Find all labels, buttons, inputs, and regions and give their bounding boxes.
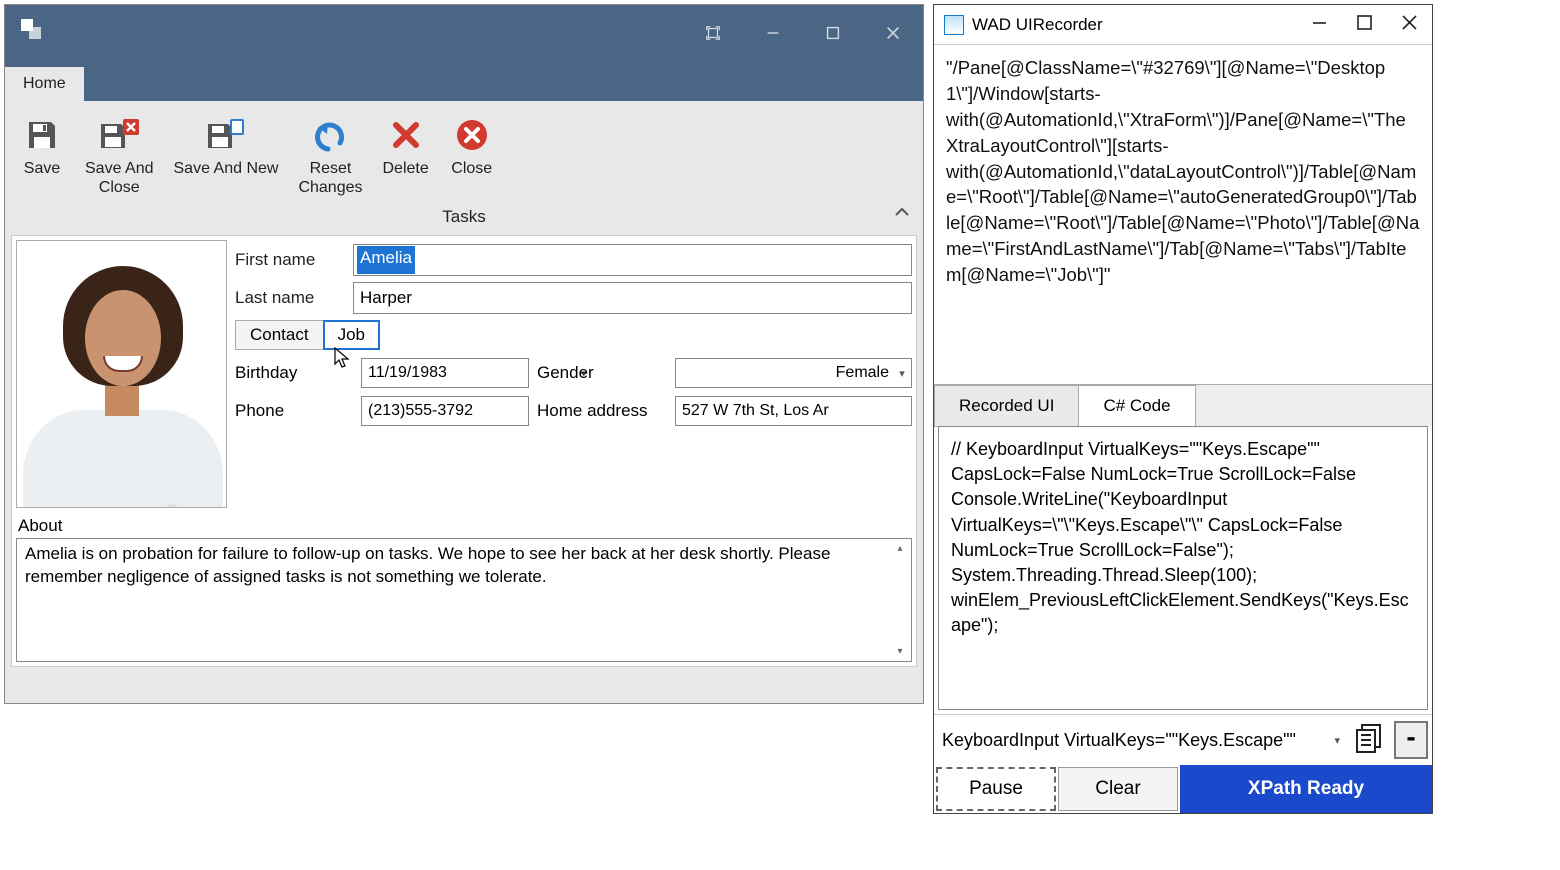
status-bar: KeyboardInput VirtualKeys=""Keys.Escape"… xyxy=(934,714,1432,765)
ribbon-toolbar: Save Save And Close Save And New Reset C… xyxy=(5,101,923,203)
last-name-input[interactable] xyxy=(353,282,912,314)
tab-csharp-code[interactable]: C# Code xyxy=(1078,385,1195,427)
cursor-icon xyxy=(333,346,351,370)
scroll-down-icon[interactable]: ▾ xyxy=(897,646,902,657)
about-label: About xyxy=(16,516,912,538)
phone-input[interactable] xyxy=(361,396,529,426)
delete-x-icon xyxy=(388,113,424,157)
main-app-window: Home Save Save And Close Save And New Re… xyxy=(4,4,924,704)
status-text: KeyboardInput VirtualKeys=""Keys.Escape"… xyxy=(938,724,1326,757)
close-record-button[interactable]: Close xyxy=(443,111,501,180)
maximize-button[interactable] xyxy=(803,5,863,61)
save-and-close-button[interactable]: Save And Close xyxy=(79,111,160,199)
recorder-maximize-button[interactable] xyxy=(1356,14,1373,35)
recorder-app-icon xyxy=(944,15,964,35)
gender-label: Gender xyxy=(537,363,667,383)
xpath-output-pane[interactable]: "/Pane[@ClassName=\"#32769\"][@Name=\"De… xyxy=(934,45,1432,385)
phone-label: Phone xyxy=(235,401,353,421)
delete-button[interactable]: Delete xyxy=(377,111,435,180)
ribbon-tab-home[interactable]: Home xyxy=(5,67,84,101)
save-label: Save xyxy=(24,159,60,178)
tab-contact[interactable]: Contact xyxy=(235,320,324,350)
dropdown-chevron-icon[interactable]: ▾ xyxy=(893,367,911,380)
about-textarea[interactable]: Amelia is on probation for failure to fo… xyxy=(16,538,912,662)
status-dropdown-chevron-icon[interactable]: ▾ xyxy=(1330,734,1344,747)
remove-action-button[interactable]: - xyxy=(1394,721,1428,759)
recorder-close-button[interactable] xyxy=(1401,14,1418,35)
save-close-label: Save And Close xyxy=(85,159,154,197)
tab-job[interactable]: Job xyxy=(323,320,380,350)
recorder-title: WAD UIRecorder xyxy=(972,15,1103,35)
copy-to-clipboard-button[interactable] xyxy=(1348,717,1390,763)
xpath-ready-button[interactable]: XPath Ready xyxy=(1180,765,1432,813)
ribbon-tab-row: Home xyxy=(5,61,923,101)
home-address-value[interactable] xyxy=(676,400,911,422)
tasks-group-caption: Tasks xyxy=(5,203,923,235)
save-icon xyxy=(24,113,60,157)
gender-input[interactable]: ▾ xyxy=(675,358,912,388)
close-label: Close xyxy=(451,159,492,178)
form-panel: First name Amelia Last name Contact Job … xyxy=(11,235,917,667)
birthday-input[interactable]: ▾ xyxy=(361,358,529,388)
last-name-label: Last name xyxy=(235,288,353,308)
first-name-label: First name xyxy=(235,250,353,270)
code-output-pane[interactable]: // KeyboardInput VirtualKeys=""Keys.Esca… xyxy=(938,426,1428,710)
clear-button[interactable]: Clear xyxy=(1058,767,1178,811)
close-window-button[interactable] xyxy=(863,5,923,61)
scroll-up-icon[interactable]: ▴ xyxy=(897,543,902,554)
recorder-window: WAD UIRecorder "/Pane[@ClassName=\"#3276… xyxy=(933,4,1433,814)
gender-value[interactable] xyxy=(676,362,893,384)
tasks-label: Tasks xyxy=(13,207,915,227)
collapse-ribbon-chevron-icon[interactable] xyxy=(893,205,911,223)
recorder-minimize-button[interactable] xyxy=(1311,14,1328,35)
recorder-bottom-bar: Pause Clear XPath Ready xyxy=(934,765,1432,813)
titlebar-fullscreen-icon[interactable] xyxy=(683,5,743,61)
save-and-new-button[interactable]: Save And New xyxy=(168,111,285,180)
minimize-button[interactable] xyxy=(743,5,803,61)
home-address-input[interactable] xyxy=(675,396,912,426)
about-scrollbar[interactable]: ▴ ▾ xyxy=(889,539,911,661)
contact-photo[interactable] xyxy=(16,240,227,508)
tab-recorded-ui[interactable]: Recorded UI xyxy=(934,385,1079,427)
reset-label: Reset Changes xyxy=(298,159,362,197)
close-circle-icon xyxy=(454,113,490,157)
about-text[interactable]: Amelia is on probation for failure to fo… xyxy=(17,539,889,661)
app-logo-icon xyxy=(17,34,49,51)
pause-button[interactable]: Pause xyxy=(936,767,1056,811)
save-close-icon xyxy=(98,113,140,157)
save-button[interactable]: Save xyxy=(13,111,71,180)
save-new-label: Save And New xyxy=(174,159,279,178)
recorder-tab-row: Recorded UI C# Code xyxy=(934,385,1432,427)
reset-changes-button[interactable]: Reset Changes xyxy=(292,111,368,199)
first-name-input[interactable] xyxy=(353,244,912,276)
delete-label: Delete xyxy=(383,159,429,178)
home-address-label: Home address xyxy=(537,401,667,421)
recorder-titlebar: WAD UIRecorder xyxy=(934,5,1432,45)
main-titlebar xyxy=(5,5,923,61)
undo-icon xyxy=(310,113,350,157)
save-new-icon xyxy=(205,113,247,157)
